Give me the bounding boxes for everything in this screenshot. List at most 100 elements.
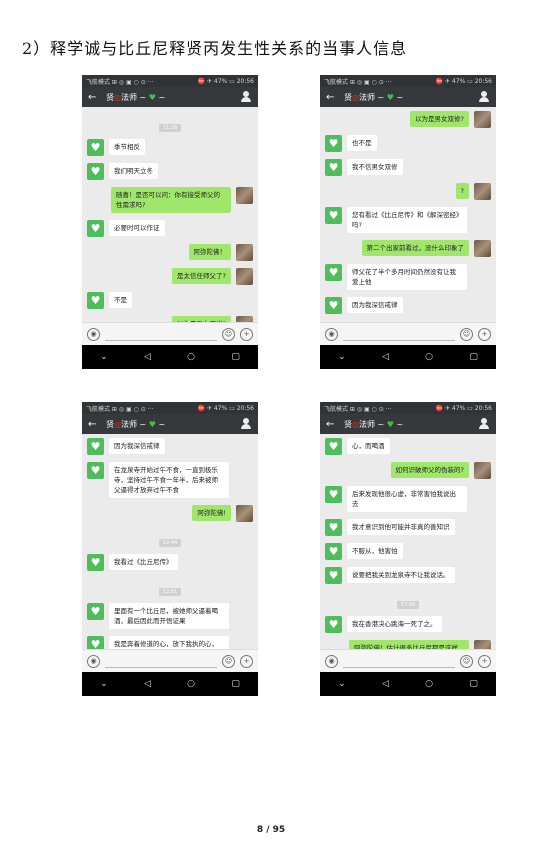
nav-home-icon[interactable]: ○	[187, 679, 195, 689]
message-bubble[interactable]: 我是奔着修道的心，放下我执的心，而喝酒	[109, 636, 229, 650]
nav-home-icon[interactable]: ○	[187, 352, 195, 362]
message-bubble[interactable]: 如何识破师父的伪装的?	[390, 462, 469, 478]
message-bubble[interactable]: 随喜！是否可以问：你有接受师父的性需求吗?	[111, 187, 231, 213]
message-bubble[interactable]: 也不是	[347, 135, 377, 151]
plus-icon[interactable]: +	[478, 654, 491, 668]
emoji-icon[interactable]: ☺	[460, 327, 473, 341]
contact-avatar-heart-icon[interactable]: ♥	[325, 486, 342, 503]
message-bubble[interactable]: 不是	[109, 292, 132, 308]
contact-avatar-heart-icon[interactable]: ♥	[87, 292, 104, 309]
contact-avatar-heart-icon[interactable]: ♥	[325, 264, 342, 281]
message-bubble[interactable]: 阿弥陀佛！	[188, 244, 231, 260]
contact-avatar-heart-icon[interactable]: ♥	[325, 159, 342, 176]
contact-avatar-heart-icon[interactable]: ♥	[87, 220, 104, 237]
emoji-icon[interactable]: ☺	[222, 654, 235, 668]
user-avatar[interactable]	[474, 183, 491, 200]
contact-avatar-heart-icon[interactable]: ♥	[325, 297, 342, 314]
message-bubble[interactable]: 我不信男女双修	[347, 159, 403, 175]
contact-avatar-heart-icon[interactable]: ♥	[87, 139, 104, 156]
contact-profile-icon[interactable]	[240, 91, 252, 103]
message-bubble[interactable]: 后来发现他很心虚，非常害怕我说出去	[347, 486, 467, 512]
voice-input-icon[interactable]: ◉	[325, 654, 338, 668]
contact-avatar-heart-icon[interactable]: ♥	[325, 207, 342, 224]
back-arrow-icon[interactable]: ←	[88, 92, 106, 103]
message-input-field[interactable]	[105, 655, 217, 668]
plus-icon[interactable]: +	[240, 654, 253, 668]
nav-hide-icon[interactable]: ⌄	[338, 679, 346, 689]
user-avatar[interactable]	[474, 462, 491, 479]
message-bubble[interactable]: 是太信任师父了?	[172, 268, 231, 284]
message-input-field[interactable]	[343, 655, 455, 668]
contact-profile-icon[interactable]	[240, 418, 252, 430]
voice-input-icon[interactable]: ◉	[325, 327, 338, 341]
message-bubble[interactable]: 因为我深信戒律	[109, 438, 165, 454]
contact-avatar-heart-icon[interactable]: ♥	[87, 636, 104, 650]
contact-avatar-heart-icon[interactable]: ♥	[87, 554, 104, 571]
nav-home-icon[interactable]: ○	[425, 352, 433, 362]
contact-profile-icon[interactable]	[478, 91, 490, 103]
user-avatar[interactable]	[236, 505, 253, 522]
nav-recent-icon[interactable]: ▢	[469, 352, 478, 362]
message-bubble[interactable]: 我看过《比丘尼传》	[109, 554, 178, 570]
message-bubble[interactable]: 阿弥陀佛!	[192, 505, 231, 521]
contact-avatar-heart-icon[interactable]: ♥	[325, 135, 342, 152]
voice-input-icon[interactable]: ◉	[87, 327, 100, 341]
message-bubble[interactable]: 师父花了半个多月时间仍然没有让我爱上他	[347, 264, 467, 290]
message-bubble[interactable]: 以为是男女双修?	[410, 111, 469, 127]
message-bubble[interactable]: 里面有一个比丘尼，被她师父逼着喝酒，最后因此而开悟证果	[109, 603, 229, 629]
nav-back-icon[interactable]: ◁	[382, 352, 389, 362]
message-bubble[interactable]: 我在香港决心跳海一死了之。	[347, 616, 442, 632]
nav-recent-icon[interactable]: ▢	[231, 679, 240, 689]
nav-hide-icon[interactable]: ⌄	[100, 679, 108, 689]
user-avatar[interactable]	[236, 244, 253, 261]
contact-avatar-heart-icon[interactable]: ♥	[325, 567, 342, 584]
contact-avatar-heart-icon[interactable]: ♥	[87, 438, 104, 455]
contact-avatar-heart-icon[interactable]: ♥	[325, 519, 342, 536]
user-avatar[interactable]	[474, 240, 491, 257]
nav-back-icon[interactable]: ◁	[144, 679, 151, 689]
contact-avatar-heart-icon[interactable]: ♥	[325, 616, 342, 633]
chat-message: ♥ 里面有一个比丘尼，被她师父逼着喝酒，最后因此而开悟证果	[87, 603, 253, 629]
user-avatar[interactable]	[236, 187, 253, 204]
back-arrow-icon[interactable]: ←	[326, 419, 344, 430]
nav-recent-icon[interactable]: ▢	[231, 352, 240, 362]
message-bubble[interactable]: 必要时可以作证	[109, 220, 165, 236]
nav-back-icon[interactable]: ◁	[144, 352, 151, 362]
emoji-icon[interactable]: ☺	[460, 654, 473, 668]
contact-avatar-heart-icon[interactable]: ♥	[87, 163, 104, 180]
contact-name-middle: 法师 ~	[358, 419, 387, 429]
plus-icon[interactable]: +	[478, 327, 491, 341]
message-bubble[interactable]: 因为我深信戒律	[347, 297, 403, 313]
nav-home-icon[interactable]: ○	[425, 679, 433, 689]
back-arrow-icon[interactable]: ←	[88, 419, 106, 430]
emoji-icon[interactable]: ☺	[222, 327, 235, 341]
contact-profile-icon[interactable]	[478, 418, 490, 430]
contact-avatar-heart-icon[interactable]: ♥	[325, 438, 342, 455]
message-bubble[interactable]: 心，而喝酒	[347, 438, 390, 454]
message-bubble[interactable]: ?	[455, 183, 469, 199]
user-avatar[interactable]	[236, 268, 253, 285]
message-input-field[interactable]	[105, 328, 217, 341]
contact-name-middle: 法师 ~	[120, 92, 149, 102]
message-bubble[interactable]: 不服从，他害怕	[347, 543, 403, 559]
voice-input-icon[interactable]: ◉	[87, 654, 100, 668]
back-arrow-icon[interactable]: ←	[326, 92, 344, 103]
message-bubble[interactable]: 您有看过《比丘尼传》和《解深密经》吗?	[347, 207, 467, 233]
message-input-field[interactable]	[343, 328, 455, 341]
message-bubble[interactable]: 季节相反	[109, 139, 145, 155]
nav-hide-icon[interactable]: ⌄	[100, 352, 108, 362]
nav-recent-icon[interactable]: ▢	[469, 679, 478, 689]
message-bubble[interactable]: 我们明天立冬	[109, 163, 158, 179]
contact-avatar-heart-icon[interactable]: ♥	[325, 543, 342, 560]
user-avatar[interactable]	[474, 111, 491, 128]
nav-back-icon[interactable]: ◁	[382, 679, 389, 689]
message-bubble[interactable]: 在龙泉寺开始过午不食，一直到极乐寺，坚持过午不食一年半，后来被师父逼得才放弃过午…	[109, 462, 229, 498]
chat-title-bar: ← 贤◎法师 ~ ♥ ~	[320, 414, 496, 434]
plus-icon[interactable]: +	[240, 327, 253, 341]
message-bubble[interactable]: 我才意识到他可能并非真的善知识	[347, 519, 455, 535]
nav-hide-icon[interactable]: ⌄	[338, 352, 346, 362]
message-bubble[interactable]: 说要把我关到龙泉寺不让我说话。	[347, 567, 455, 583]
contact-avatar-heart-icon[interactable]: ♥	[87, 603, 104, 620]
contact-avatar-heart-icon[interactable]: ♥	[87, 462, 104, 479]
message-bubble[interactable]: 第二个出家前看过，没什么印象了	[361, 240, 469, 256]
